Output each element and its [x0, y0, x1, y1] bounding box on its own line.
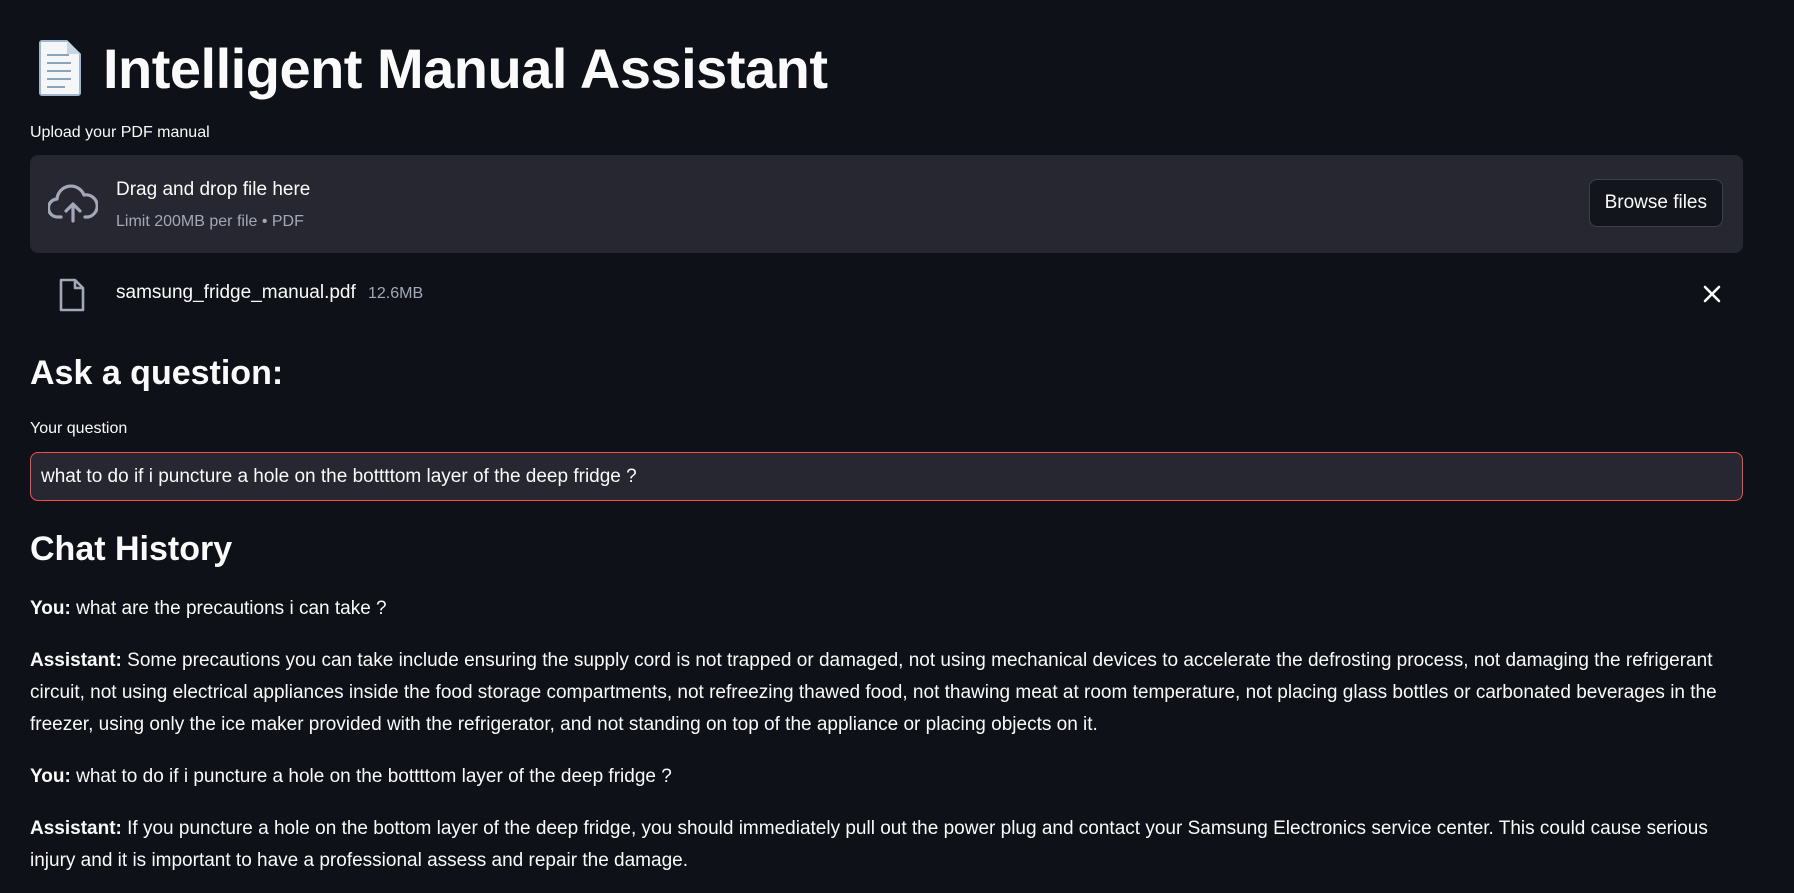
page-facing-up-icon	[35, 38, 85, 98]
uploaded-file-name: samsung_fridge_manual.pdf	[116, 282, 356, 303]
page-header: Intelligent Manual Assistant	[35, 30, 828, 106]
message-speaker: Assistant:	[30, 650, 122, 671]
chat-message: Assistant: If you puncture a hole on the…	[30, 813, 1743, 877]
chat-message: You: what are the precautions i can take…	[30, 593, 1743, 625]
chat-history-heading: Chat History	[30, 530, 233, 568]
file-dropzone[interactable]: Drag and drop file here Limit 200MB per …	[30, 155, 1743, 253]
dropzone-instructions: Drag and drop file here	[116, 179, 311, 200]
cloud-upload-icon	[48, 184, 98, 223]
file-icon	[59, 278, 85, 312]
message-text: what to do if i puncture a hole on the b…	[76, 766, 672, 787]
message-speaker: You:	[30, 598, 71, 619]
close-icon[interactable]	[1700, 282, 1724, 306]
message-speaker: You:	[30, 766, 71, 787]
question-label: Your question	[30, 420, 128, 437]
dropzone-limit: Limit 200MB per file • PDF	[116, 213, 304, 230]
ask-heading: Ask a question:	[30, 354, 284, 392]
message-text: If you puncture a hole on the bottom lay…	[30, 818, 1708, 871]
message-text: what are the precautions i can take ?	[76, 598, 387, 619]
chat-message: You: what to do if i puncture a hole on …	[30, 761, 1743, 793]
message-text: Some precautions you can take include en…	[30, 650, 1717, 735]
uploaded-file-size: 12.6MB	[368, 285, 424, 302]
chat-message: Assistant: Some precautions you can take…	[30, 645, 1743, 741]
browse-files-button[interactable]: Browse files	[1588, 179, 1723, 227]
uploaded-file: samsung_fridge_manual.pdf 12.6MB	[30, 272, 1743, 316]
question-input[interactable]	[30, 452, 1743, 501]
message-speaker: Assistant:	[30, 818, 122, 839]
page-title: Intelligent Manual Assistant	[103, 36, 828, 100]
uploader-label: Upload your PDF manual	[30, 124, 210, 141]
